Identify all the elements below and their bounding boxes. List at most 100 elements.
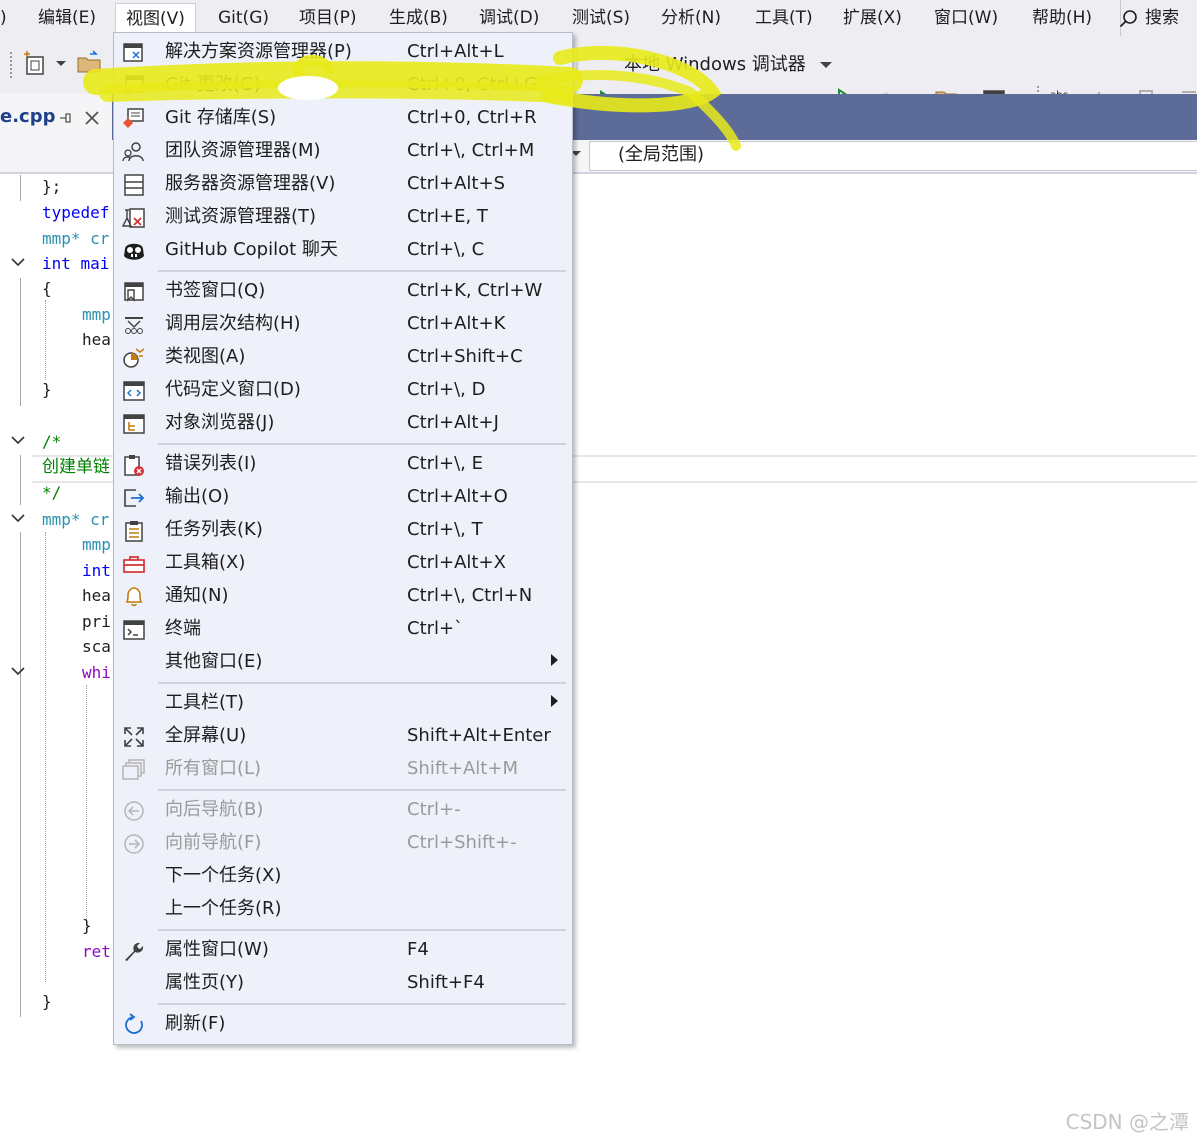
menu-tools[interactable]: 工具(T) bbox=[755, 0, 813, 36]
navigate-forward-icon bbox=[124, 834, 144, 854]
menu-item-shortcut: Ctrl+K, Ctrl+W bbox=[407, 280, 543, 301]
output-icon bbox=[124, 489, 145, 507]
menu-item-refresh[interactable]: 刷新(F) bbox=[114, 1007, 572, 1040]
menu-item-label: GitHub Copilot 聊天 bbox=[165, 239, 338, 260]
menu-item-shortcut: Ctrl+\, C bbox=[407, 239, 485, 260]
menu-item-label: 上一个任务(R) bbox=[165, 898, 282, 919]
menu-item-shortcut: Ctrl+\, T bbox=[407, 519, 483, 540]
team-explorer-icon bbox=[122, 142, 144, 162]
menu-item-code-definition[interactable]: 代码定义窗口(D) Ctrl+\, D bbox=[114, 373, 572, 406]
menu-item-label: 向前导航(F) bbox=[165, 832, 262, 853]
menu-item-previous-task[interactable]: 上一个任务(R) bbox=[114, 892, 572, 925]
menu-window[interactable]: 窗口(W) bbox=[934, 0, 998, 36]
menu-item-all-windows[interactable]: 所有窗口(L) Shift+Alt+M bbox=[114, 752, 572, 785]
menu-item-label: 对象浏览器(J) bbox=[165, 412, 275, 433]
menu-item-other-windows[interactable]: 其他窗口(E) bbox=[114, 645, 572, 678]
menu-build[interactable]: 生成(B) bbox=[389, 0, 448, 36]
indent-guide bbox=[45, 300, 46, 380]
code-line: sca bbox=[82, 637, 111, 656]
menu-separator bbox=[158, 789, 566, 791]
menu-item-task-list[interactable]: 任务列表(K) Ctrl+\, T bbox=[114, 513, 572, 546]
menu-item-label: 下一个任务(X) bbox=[165, 865, 282, 886]
menu-item-error-list[interactable]: 错误列表(I) Ctrl+\, E bbox=[114, 447, 572, 480]
menu-item-property-pages[interactable]: 属性页(Y) Shift+F4 bbox=[114, 966, 572, 999]
menu-item-label: 全屏幕(U) bbox=[165, 725, 247, 746]
chevron-down-icon[interactable] bbox=[819, 60, 832, 70]
menu-debug[interactable]: 调试(D) bbox=[479, 0, 539, 36]
menu-item-test-explorer[interactable]: 测试资源管理器(T) Ctrl+E, T bbox=[114, 200, 572, 233]
menu-extensions[interactable]: 扩展(X) bbox=[843, 0, 902, 36]
menu-item-label: 任务列表(K) bbox=[165, 519, 263, 540]
menu-item-shortcut: Ctrl+` bbox=[407, 618, 464, 639]
git-repository-icon bbox=[123, 108, 144, 128]
code-line: mmp* cr bbox=[42, 229, 110, 248]
menu-item-label: Git 更改(G) bbox=[165, 74, 261, 95]
collapse-chevron-icon[interactable] bbox=[11, 667, 25, 677]
run-debugger-button[interactable]: 本地 Windows 调试器 bbox=[596, 52, 832, 78]
scope-label: (全局范围) bbox=[618, 144, 705, 165]
chevron-down-icon[interactable] bbox=[56, 60, 66, 68]
navigate-back-icon bbox=[124, 801, 144, 821]
menu-item-label: 团队资源管理器(M) bbox=[165, 140, 321, 161]
menu-item-shortcut: Ctrl+Alt+J bbox=[407, 412, 499, 433]
new-project-icon[interactable] bbox=[22, 50, 50, 78]
copilot-icon bbox=[124, 243, 144, 260]
menu-item-toolbars[interactable]: 工具栏(T) bbox=[114, 686, 572, 719]
refresh-icon bbox=[125, 1013, 143, 1034]
code-line: mmp bbox=[82, 535, 111, 554]
menu-item-label: 属性窗口(W) bbox=[165, 939, 269, 960]
object-browser-icon bbox=[123, 414, 145, 434]
menu-item-solution-explorer[interactable]: 解决方案资源管理器(P) Ctrl+Alt+L bbox=[114, 35, 572, 68]
menu-item-label: 书签窗口(Q) bbox=[165, 280, 266, 301]
file-tab[interactable]: e.cpp bbox=[0, 94, 112, 140]
menu-item-next-task[interactable]: 下一个任务(X) bbox=[114, 859, 572, 892]
menu-item-notifications[interactable]: 通知(N) Ctrl+\, Ctrl+N bbox=[114, 579, 572, 612]
menu-item-call-hierarchy[interactable]: 调用层次结构(H) Ctrl+Alt+K bbox=[114, 307, 572, 340]
code-line: int bbox=[82, 561, 111, 580]
open-folder-icon[interactable] bbox=[76, 50, 104, 78]
view-menu-dropdown: 解决方案资源管理器(P) Ctrl+Alt+L Git 更改(G) Ctrl+0… bbox=[113, 32, 573, 1045]
indent-guide bbox=[86, 685, 87, 925]
menu-item-bookmark-window[interactable]: 书签窗口(Q) Ctrl+K, Ctrl+W bbox=[114, 274, 572, 307]
collapse-chevron-icon[interactable] bbox=[11, 258, 25, 268]
search-box[interactable]: 搜索 bbox=[1119, 0, 1179, 36]
menu-test[interactable]: 测试(S) bbox=[572, 0, 630, 36]
menu-item-label: 代码定义窗口(D) bbox=[165, 379, 301, 400]
terminal-icon bbox=[123, 620, 145, 640]
menu-item-output[interactable]: 输出(O) Ctrl+Alt+O bbox=[114, 480, 572, 513]
collapse-chevron-icon[interactable] bbox=[11, 514, 25, 524]
menu-item-git-repository[interactable]: Git 存储库(S) Ctrl+0, Ctrl+R bbox=[114, 101, 572, 134]
menu-item-shortcut: Ctrl+Alt+K bbox=[407, 313, 506, 334]
menu-item-toolbox[interactable]: 工具箱(X) Ctrl+Alt+X bbox=[114, 546, 572, 579]
menu-help[interactable]: 帮助(H) bbox=[1032, 0, 1092, 36]
menu-item-full-screen[interactable]: 全屏幕(U) Shift+Alt+Enter bbox=[114, 719, 572, 752]
menu-edit[interactable]: 编辑(E) bbox=[38, 0, 96, 36]
code-line: int mai bbox=[42, 254, 110, 273]
menu-item-copilot-chat[interactable]: GitHub Copilot 聊天 Ctrl+\, C bbox=[114, 233, 572, 266]
menu-item-team-explorer[interactable]: 团队资源管理器(M) Ctrl+\, Ctrl+M bbox=[114, 134, 572, 167]
menu-item-terminal[interactable]: 终端 Ctrl+` bbox=[114, 612, 572, 645]
menu-item-class-view[interactable]: 类视图(A) Ctrl+Shift+C bbox=[114, 340, 572, 373]
menu-project[interactable]: 项目(P) bbox=[299, 0, 357, 36]
menu-item-server-explorer[interactable]: 服务器资源管理器(V) Ctrl+Alt+S bbox=[114, 167, 572, 200]
menu-item-label: 测试资源管理器(T) bbox=[165, 206, 317, 227]
close-icon[interactable] bbox=[84, 110, 100, 126]
menu-item-shortcut: F4 bbox=[407, 939, 429, 960]
menu-item-label: 属性页(Y) bbox=[165, 972, 245, 993]
toolbox-icon bbox=[123, 556, 145, 573]
menu-git[interactable]: Git(G) bbox=[218, 0, 269, 36]
collapse-chevron-icon[interactable] bbox=[11, 436, 25, 446]
task-list-icon bbox=[125, 521, 143, 542]
menu-item-properties-window[interactable]: 属性窗口(W) F4 bbox=[114, 933, 572, 966]
menu-item-navigate-forward[interactable]: 向前导航(F) Ctrl+Shift+- bbox=[114, 826, 572, 859]
menu-file-partial[interactable]: ) bbox=[0, 0, 7, 36]
search-label: 搜索 bbox=[1145, 8, 1179, 28]
menu-item-git-changes[interactable]: Git 更改(G) Ctrl+0, Ctrl+G bbox=[114, 68, 572, 101]
menu-item-navigate-back[interactable]: 向后导航(B) Ctrl+- bbox=[114, 793, 572, 826]
menu-item-label: 终端 bbox=[165, 618, 201, 639]
menu-item-object-browser[interactable]: 对象浏览器(J) Ctrl+Alt+J bbox=[114, 406, 572, 439]
pin-icon[interactable] bbox=[58, 111, 72, 125]
menu-analyze[interactable]: 分析(N) bbox=[661, 0, 721, 36]
code-line: mmp bbox=[82, 305, 111, 324]
menu-item-label: Git 存储库(S) bbox=[165, 107, 277, 128]
